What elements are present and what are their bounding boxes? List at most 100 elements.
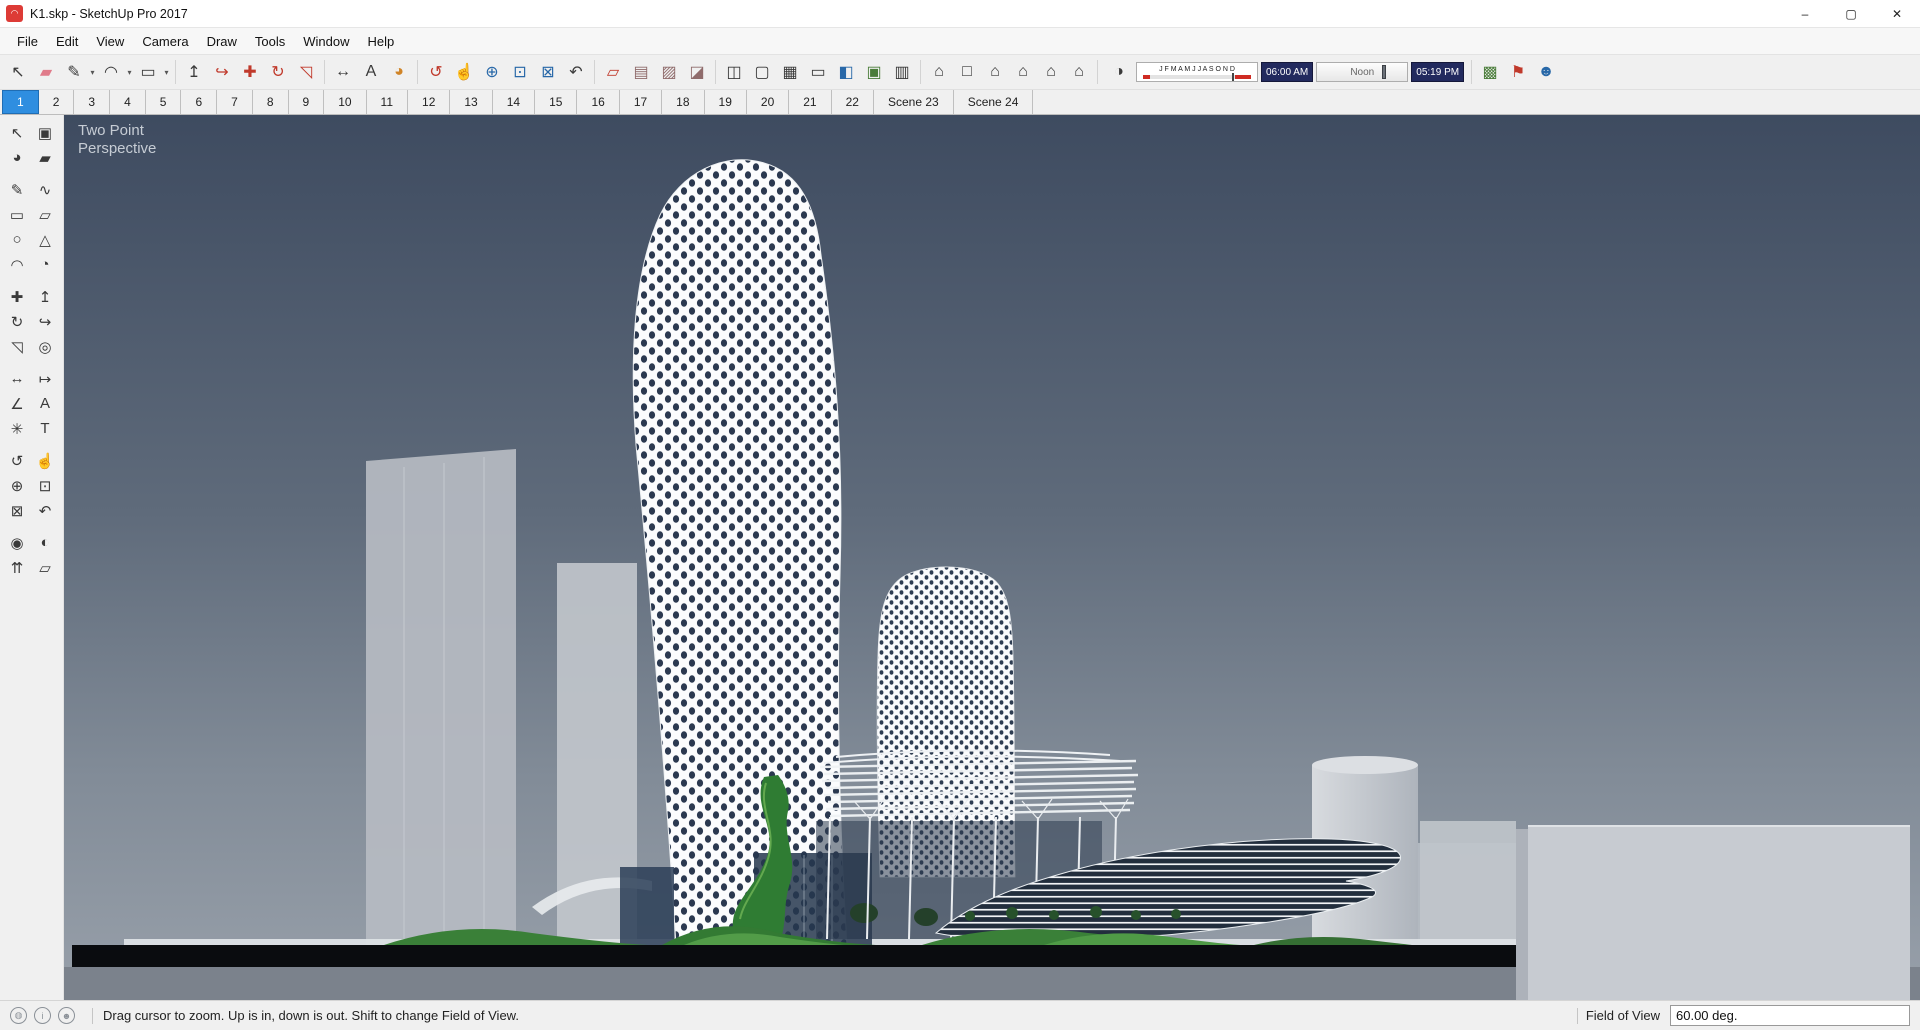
menu-file[interactable]: File [8, 28, 47, 54]
display-section-planes-toggle[interactable]: ▨ [655, 58, 683, 86]
arc-tool-dropdown[interactable]: ▾ [125, 68, 134, 77]
position-camera-tool[interactable]: ◉ [3, 530, 31, 555]
arc-tool[interactable]: ◠ [3, 252, 31, 277]
scene-tab-23[interactable]: Scene 23 [873, 90, 954, 114]
scene-tab-19[interactable]: 19 [704, 90, 747, 114]
section-plane-tool[interactable]: ▱ [31, 555, 59, 580]
shadow-date-marker[interactable] [1232, 72, 1234, 81]
maximize-button[interactable]: ▢ [1828, 0, 1874, 27]
shadow-settings-icon[interactable]: ◑ [1105, 58, 1133, 86]
measurement-input[interactable] [1670, 1005, 1910, 1026]
previous-view-tool[interactable]: ↶ [562, 58, 590, 86]
previous-view-tool[interactable]: ↶ [31, 498, 59, 523]
follow-me-tool[interactable]: ↪ [31, 309, 59, 334]
menu-window[interactable]: Window [294, 28, 358, 54]
front-view-button[interactable]: ⌂ [981, 58, 1009, 86]
minimize-button[interactable]: – [1782, 0, 1828, 27]
pie-tool[interactable]: ◔ [31, 252, 59, 277]
select-tool[interactable]: ↖ [4, 58, 32, 86]
scene-tab-17[interactable]: 17 [619, 90, 663, 114]
freehand-tool[interactable]: ∿ [31, 177, 59, 202]
zoom-tool[interactable]: ⊕ [478, 58, 506, 86]
eraser-tool[interactable]: ▰ [31, 145, 59, 170]
wireframe-mode-button[interactable]: ▦ [776, 58, 804, 86]
menu-view[interactable]: View [87, 28, 133, 54]
credits-icon[interactable]: i [34, 1007, 51, 1024]
scale-tool[interactable]: ◹ [3, 334, 31, 359]
shadow-date-track[interactable] [1143, 72, 1251, 81]
display-section-cuts-toggle[interactable]: ▤ [627, 58, 655, 86]
eraser-tool[interactable]: ▰ [32, 58, 60, 86]
orbit-tool[interactable]: ↺ [3, 448, 31, 473]
scene-tab-7[interactable]: 7 [217, 90, 253, 114]
scale-tool[interactable]: ◹ [292, 58, 320, 86]
protractor-tool[interactable]: ∠ [3, 391, 31, 416]
scene-tab-15[interactable]: 15 [535, 90, 578, 114]
close-button[interactable]: ✕ [1874, 0, 1920, 27]
polygon-tool[interactable]: △ [31, 227, 59, 252]
menu-edit[interactable]: Edit [47, 28, 87, 54]
paint-bucket-tool[interactable]: ◕ [3, 145, 31, 170]
arc-tool[interactable]: ◠ [97, 58, 125, 86]
shaded-mode-button[interactable]: ◧ [832, 58, 860, 86]
account-icon[interactable]: ☻ [1532, 58, 1560, 86]
zoom-window-tool[interactable]: ⊡ [506, 58, 534, 86]
shapes-tool[interactable]: ▭ [134, 58, 162, 86]
section-plane-tool[interactable]: ▱ [599, 58, 627, 86]
shadow-date-slider[interactable]: J F M A M J J A S O N D [1136, 62, 1258, 82]
rectangle-tool[interactable]: ▭ [3, 202, 31, 227]
menu-camera[interactable]: Camera [133, 28, 197, 54]
scene-tab-22[interactable]: 22 [831, 90, 874, 114]
rotate-tool[interactable]: ↻ [264, 58, 292, 86]
scene-tab-14[interactable]: 14 [492, 90, 536, 114]
move-tool[interactable]: ✚ [3, 284, 31, 309]
shadow-time-slider[interactable]: Noon [1316, 62, 1409, 82]
walk-tool[interactable]: ⇈ [3, 555, 31, 580]
offset-tool[interactable]: ◎ [31, 334, 59, 359]
scene-tab-10[interactable]: 10 [324, 90, 367, 114]
menu-tools[interactable]: Tools [246, 28, 294, 54]
scene-tab-8[interactable]: 8 [252, 90, 289, 114]
push-pull-tool[interactable]: ↥ [31, 284, 59, 309]
text-tool[interactable]: A [31, 391, 59, 416]
photo-texture-icon[interactable]: ▩ [1476, 58, 1504, 86]
shadow-time-marker[interactable] [1382, 65, 1387, 79]
right-view-button[interactable]: ⌂ [1009, 58, 1037, 86]
scene-tab-13[interactable]: 13 [450, 90, 493, 114]
scene-tab-3[interactable]: 3 [74, 90, 111, 114]
select-tool[interactable]: ↖ [3, 120, 31, 145]
scene-tab-9[interactable]: 9 [288, 90, 325, 114]
tape-measure-tool[interactable]: ↔ [329, 58, 357, 86]
zoom-tool[interactable]: ⊕ [3, 473, 31, 498]
scene-tab-12[interactable]: 12 [408, 90, 451, 114]
text-tool[interactable]: A [357, 58, 385, 86]
shaded-textures-mode-button[interactable]: ▣ [860, 58, 888, 86]
back-edges-toggle[interactable]: ◫ [720, 58, 748, 86]
orbit-tool[interactable]: ↺ [422, 58, 450, 86]
geolocation-icon[interactable]: ◍ [10, 1007, 27, 1024]
scene-tab-11[interactable]: 11 [366, 90, 409, 114]
scene-tab-5[interactable]: 5 [145, 90, 182, 114]
iso-view-button[interactable]: ⌂ [925, 58, 953, 86]
monochrome-mode-button[interactable]: ▥ [888, 58, 916, 86]
menu-draw[interactable]: Draw [198, 28, 246, 54]
push-pull-tool[interactable]: ↥ [180, 58, 208, 86]
scene-tab-2[interactable]: 2 [38, 90, 75, 114]
rotated-rectangle-tool[interactable]: ▱ [31, 202, 59, 227]
axes-tool[interactable]: ✳ [3, 416, 31, 441]
model-viewport[interactable]: Two Point Perspective [64, 115, 1920, 1000]
make-component-tool[interactable]: ▣ [31, 120, 59, 145]
flag-icon[interactable]: ⚑ [1504, 58, 1532, 86]
scene-tab-24[interactable]: Scene 24 [953, 90, 1034, 114]
line-tool[interactable]: ✎ [3, 177, 31, 202]
hidden-line-mode-button[interactable]: ▭ [804, 58, 832, 86]
left-view-button[interactable]: ⌂ [1065, 58, 1093, 86]
signin-icon[interactable]: ☻ [58, 1007, 75, 1024]
xray-mode-button[interactable]: ▢ [748, 58, 776, 86]
menu-help[interactable]: Help [359, 28, 404, 54]
3d-text-tool[interactable]: T [31, 416, 59, 441]
scene-tab-6[interactable]: 6 [181, 90, 218, 114]
dimension-tool[interactable]: ↦ [31, 366, 59, 391]
back-view-button[interactable]: ⌂ [1037, 58, 1065, 86]
circle-tool[interactable]: ○ [3, 227, 31, 252]
